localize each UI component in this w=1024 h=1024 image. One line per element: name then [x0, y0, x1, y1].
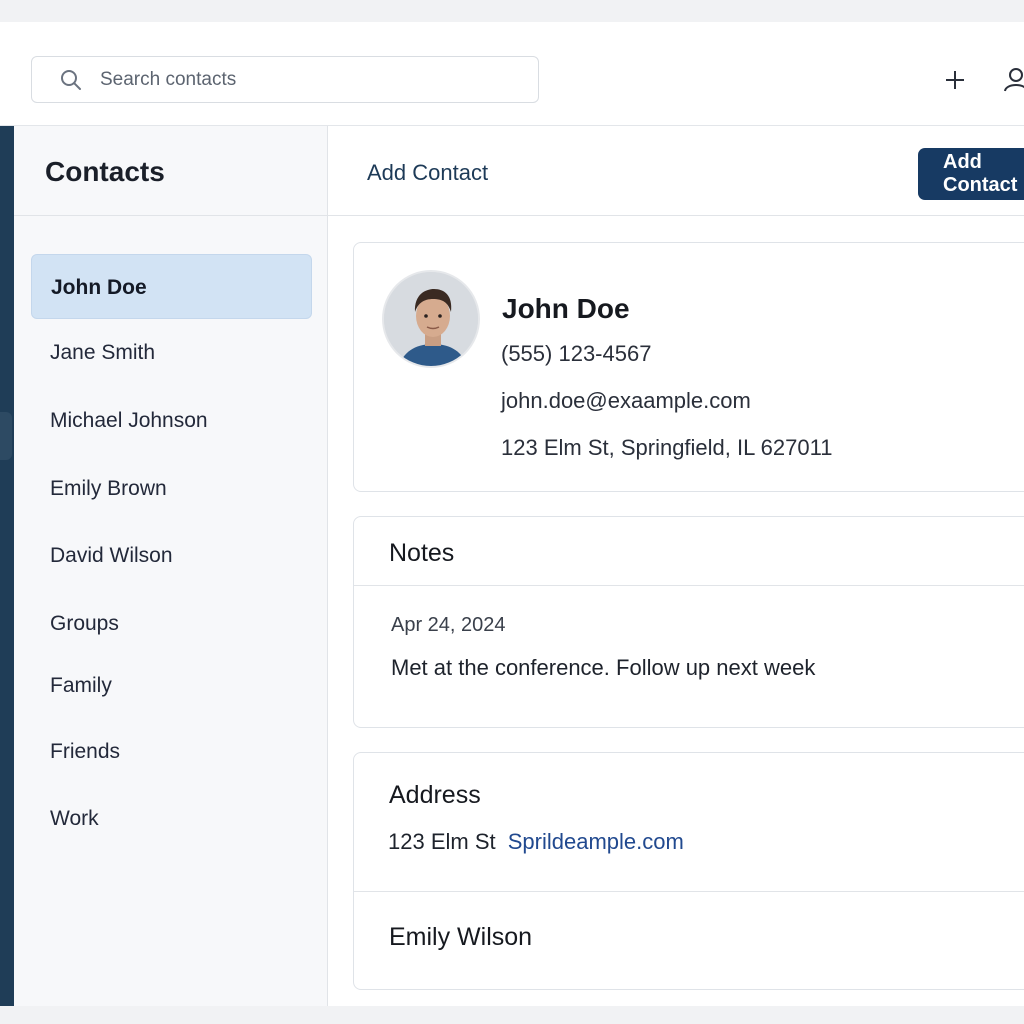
sidebar-item-work[interactable]: Work — [31, 786, 312, 851]
left-rail — [0, 126, 14, 1006]
contact-name: John Doe — [502, 293, 630, 324]
address-link[interactable]: Sprildeample.com — [508, 829, 684, 854]
plus-icon[interactable] — [942, 67, 968, 93]
address-card: Address 123 Elm St Sprildeample.com Emil… — [353, 752, 1024, 990]
main-panel: Add Contact Add Contact John Doe (555) 1… — [328, 126, 1024, 1006]
add-contact-button[interactable]: Add Contact — [918, 148, 1024, 200]
sidebar-header: Contacts — [14, 126, 327, 216]
search-input[interactable] — [100, 65, 520, 95]
contact-email: john.doe@exaample.com — [501, 388, 751, 413]
sidebar: Contacts John Doe Jane Smith Michael Joh… — [14, 126, 328, 1006]
add-contact-link[interactable]: Add Contact — [367, 160, 488, 186]
address-line: 123 Elm St Sprildeample.com — [388, 829, 684, 855]
contacts-app: Contacts John Doe Jane Smith Michael Joh… — [0, 22, 1024, 1006]
search-icon — [61, 70, 81, 90]
sidebar-item-emily-brown[interactable]: Emily Brown — [31, 456, 312, 521]
note-date: Apr 24, 2024 — [391, 614, 506, 636]
address-title: Address — [389, 781, 481, 809]
divider — [354, 891, 1024, 892]
user-icon[interactable] — [1002, 65, 1024, 93]
divider — [354, 585, 1024, 586]
sidebar-item-family[interactable]: Family — [31, 653, 312, 718]
sidebar-item-friends[interactable]: Friends — [31, 719, 312, 784]
avatar-photo — [384, 272, 478, 366]
sidebar-item-groups[interactable]: Groups — [31, 591, 312, 656]
sidebar-item-john-doe[interactable]: John Doe — [31, 254, 312, 319]
rail-handle[interactable] — [0, 412, 12, 460]
profile-card: John Doe (555) 123-4567 john.doe@exaampl… — [353, 242, 1024, 492]
sidebar-title: Contacts — [45, 156, 165, 187]
top-bar — [0, 22, 1024, 126]
main-header: Add Contact Add Contact — [328, 126, 1024, 216]
sidebar-item-michael-johnson[interactable]: Michael Johnson — [31, 388, 312, 453]
notes-card: Notes Apr 24, 2024 Met at the conference… — [353, 516, 1024, 728]
address-contact-name: Emily Wilson — [389, 923, 533, 951]
note-text: Met at the conference. Follow up next we… — [391, 655, 816, 680]
address-street: 123 Elm St — [388, 829, 496, 854]
notes-title: Notes — [389, 539, 455, 567]
search-box[interactable] — [31, 56, 539, 103]
avatar — [382, 270, 480, 368]
contact-phone: (555) 123-4567 — [501, 341, 652, 366]
sidebar-item-david-wilson[interactable]: David Wilson — [31, 523, 312, 588]
contact-address: 123 Elm St, Springfield, IL 627011 — [501, 435, 833, 460]
sidebar-item-jane-smith[interactable]: Jane Smith — [31, 320, 312, 385]
